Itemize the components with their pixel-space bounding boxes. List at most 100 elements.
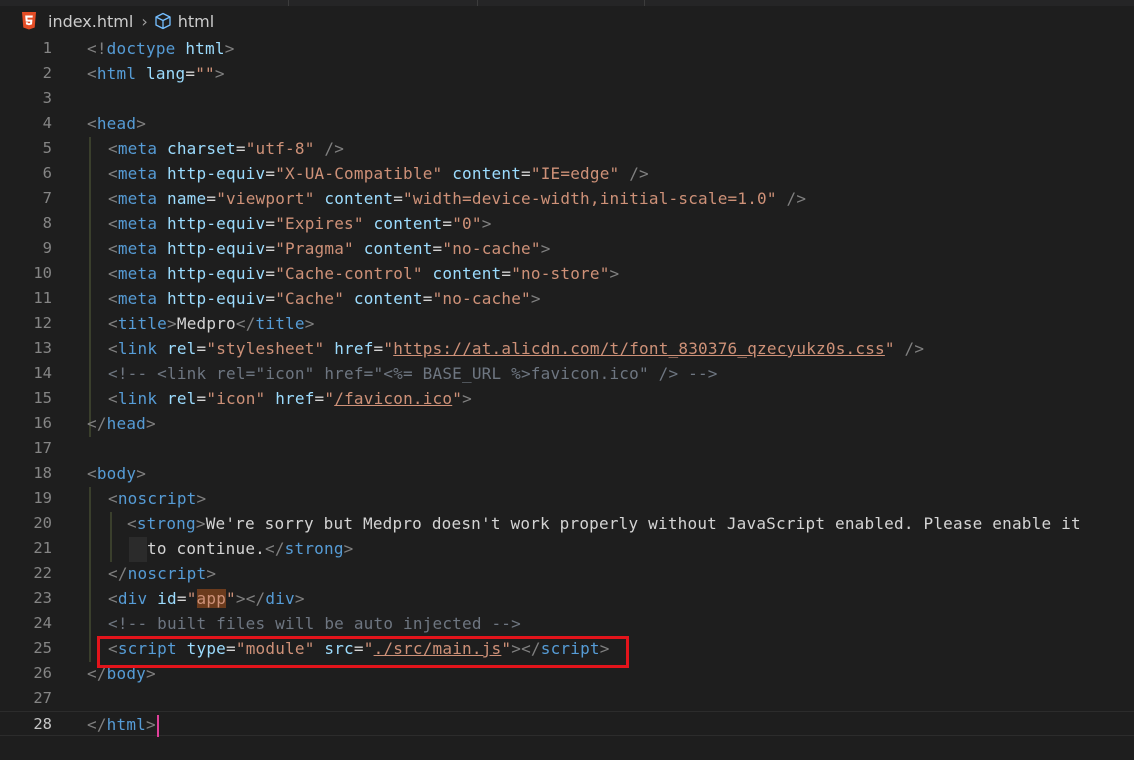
code-line[interactable]: 23 <div id="app"></div> <box>0 586 1134 611</box>
token: > <box>195 514 206 533</box>
token: We're sorry but Medpro doesn't work prop… <box>205 514 1081 533</box>
code-line[interactable]: 10 <meta http-equiv="Cache-control" conte… <box>0 261 1134 286</box>
line-content: <head> <box>87 111 146 136</box>
line-content: to continue.</strong> <box>147 536 354 561</box>
token: body <box>96 464 137 483</box>
token: = <box>196 339 207 358</box>
token: < <box>108 214 118 233</box>
code-line[interactable]: 9 <meta http-equiv="Pragma" content="no-c… <box>0 236 1134 261</box>
line-content: </noscript> <box>108 561 216 586</box>
code-line[interactable]: 3 <box>0 86 1134 111</box>
code-line[interactable]: 22 </noscript> <box>0 561 1134 586</box>
token: "IE=edge" <box>530 164 620 183</box>
code-editor[interactable]: 1 <!doctype html> 2 <html lang=""> 3 4 <hea… <box>0 36 1134 760</box>
token: http-equiv <box>157 164 266 183</box>
code-line[interactable]: 21 to continue.</strong> <box>0 536 1134 561</box>
line-content: <link rel="stylesheet" href="https://at.… <box>108 336 924 361</box>
code-line[interactable]: 12 <title>Medpro</title> <box>0 311 1134 336</box>
line-number: 22 <box>33 564 52 582</box>
code-line[interactable]: 6 <meta http-equiv="X-UA-Compatible" cont… <box>0 161 1134 186</box>
code-line[interactable]: 2 <html lang=""> <box>0 61 1134 86</box>
token: /> <box>776 189 807 208</box>
token: = <box>432 239 443 258</box>
code-line[interactable]: 5 <meta charset="utf-8" /> <box>0 136 1134 161</box>
token: </ <box>87 715 107 734</box>
code-line[interactable]: 11 <meta http-equiv="Cache" content="no-c… <box>0 286 1134 311</box>
code-line[interactable]: 20 <strong>We're sorry but Medpro doesn't… <box>0 511 1134 536</box>
token: " <box>383 339 394 358</box>
code-line[interactable]: 24 <!-- built files will be auto injected… <box>0 611 1134 636</box>
token: title <box>117 314 168 333</box>
line-content: <meta http-equiv="Pragma" content="no-ca… <box>108 236 551 261</box>
token: ></ <box>235 589 266 608</box>
stylesheet-link[interactable]: https://at.alicdn.com/t/font_830376_qzec… <box>393 339 885 358</box>
token: </ <box>108 564 128 583</box>
token: < <box>108 589 118 608</box>
token: "X-UA-Compatible" <box>275 164 443 183</box>
token: > <box>136 114 147 133</box>
token: </ <box>87 414 107 433</box>
token: html <box>96 64 137 83</box>
token: = <box>265 289 276 308</box>
token: id <box>147 589 177 608</box>
line-content: <!-- <link rel="icon" href="<%= BASE_URL… <box>108 364 718 383</box>
line-number: 21 <box>33 539 52 557</box>
code-line[interactable]: 4 <head> <box>0 111 1134 136</box>
line-content: <meta http-equiv="Cache" content="no-cac… <box>108 286 541 311</box>
token: strong <box>284 539 344 558</box>
favicon-link[interactable]: /favicon.ico <box>334 389 452 408</box>
code-line[interactable]: 15 <link rel="icon" href="/favicon.ico"> <box>0 386 1134 411</box>
text-cursor <box>156 714 159 737</box>
code-line[interactable]: 27 <box>0 686 1134 711</box>
code-line[interactable]: 13 <link rel="stylesheet" href="https://a… <box>0 336 1134 361</box>
code-line[interactable]: 14 <!-- <link rel="icon" href="<%= BASE_U… <box>0 361 1134 386</box>
token: > <box>214 64 225 83</box>
code-line[interactable]: 17 <box>0 436 1134 461</box>
breadcrumb-file[interactable]: index.html <box>48 12 133 31</box>
code-line[interactable]: 7 <meta name="viewport" content="width=de… <box>0 186 1134 211</box>
token: content <box>353 239 433 258</box>
token: rel <box>157 339 197 358</box>
token: title <box>255 314 305 333</box>
code-line[interactable]: 18 <body> <box>0 461 1134 486</box>
code-line[interactable]: 1 <!doctype html> <box>0 36 1134 61</box>
code-line[interactable]: 16 </head> <box>0 411 1134 436</box>
line-content: <!doctype html> <box>87 36 235 61</box>
token: < <box>108 164 118 183</box>
token: "width=device-width,initial-scale=1.0" <box>403 189 777 208</box>
token: Medpro <box>176 314 236 333</box>
token: meta <box>117 164 158 183</box>
code-line[interactable]: 8 <meta http-equiv="Expires" content="0"> <box>0 211 1134 236</box>
token: < <box>108 239 118 258</box>
token: head <box>96 114 137 133</box>
code-line[interactable]: 19 <noscript> <box>0 486 1134 511</box>
token: = <box>265 214 276 233</box>
token: "no-cache" <box>432 289 531 308</box>
token: meta <box>117 289 158 308</box>
token: > <box>224 39 235 58</box>
token: > <box>294 589 305 608</box>
breadcrumb-symbol[interactable]: html <box>178 12 214 31</box>
line-number: 23 <box>33 589 52 607</box>
token: </ <box>265 539 285 558</box>
token: = <box>393 189 404 208</box>
token: > <box>146 414 156 433</box>
line-content: <strong>We're sorry but Medpro doesn't w… <box>127 511 1081 536</box>
line-number: 27 <box>33 689 52 707</box>
code-line-current[interactable]: 28 </html> <box>0 711 1134 737</box>
token: < <box>127 514 137 533</box>
line-content: <body> <box>87 461 146 486</box>
token: <! <box>87 39 107 58</box>
token: app <box>196 589 227 608</box>
line-number: 13 <box>33 339 52 357</box>
line-number: 25 <box>33 639 52 657</box>
token: "Expires" <box>275 214 364 233</box>
token: </ <box>235 314 256 333</box>
token: content <box>363 214 443 233</box>
token: < <box>87 464 97 483</box>
token: > <box>136 464 147 483</box>
line-number: 18 <box>33 464 52 482</box>
token: > <box>146 715 156 734</box>
token: < <box>108 189 118 208</box>
token: < <box>108 139 118 158</box>
